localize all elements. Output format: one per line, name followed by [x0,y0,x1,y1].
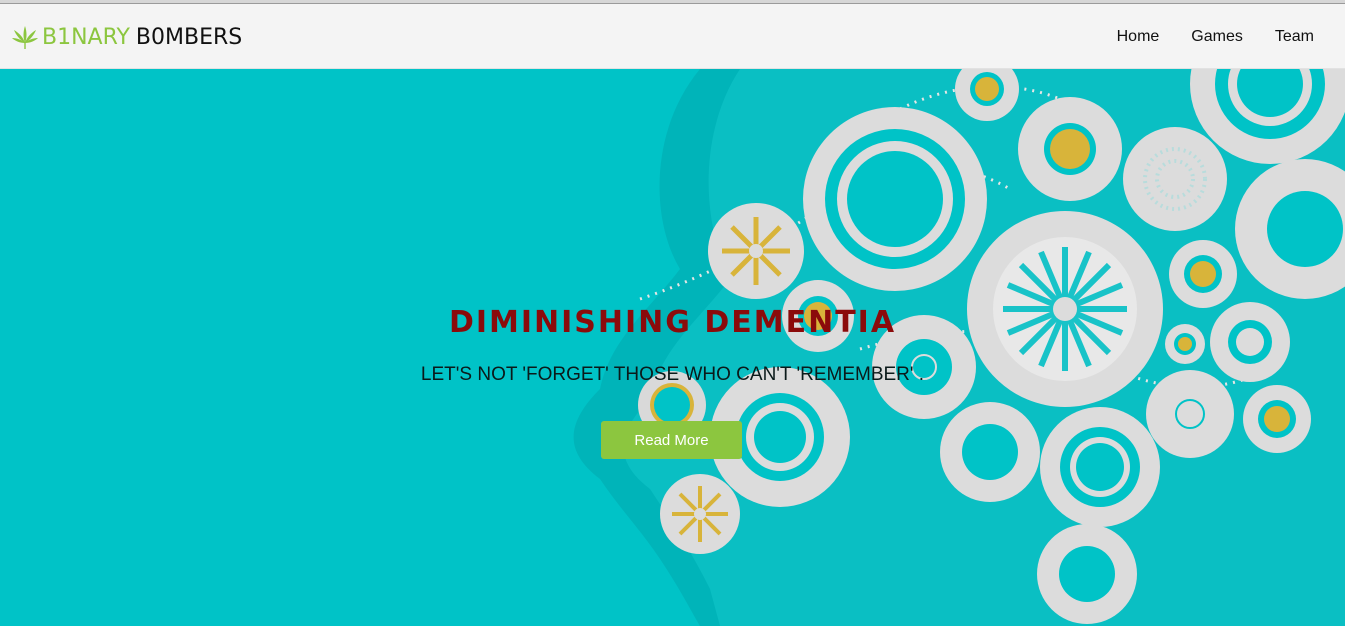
navbar: B1NARY B0MBERS Home Games Team [0,4,1345,69]
nav-team-link[interactable]: Team [1275,26,1314,48]
hero-banner: DIMINISHING DEMENTIA LET'S NOT 'FORGET' … [0,69,1345,626]
cannabis-leaf-icon [12,26,38,49]
nav-games-link[interactable]: Games [1191,26,1243,48]
main-nav: Home Games Team [1085,26,1314,48]
hero-title: DIMINISHING DEMENTIA [448,305,897,340]
brand-logo[interactable]: B1NARY B0MBERS [11,22,242,52]
brand-name-part2: B0MBERS [135,24,243,50]
read-more-button[interactable]: Read More [601,421,742,459]
nav-home-link[interactable]: Home [1117,26,1160,48]
brand-name-part1: B1NARY [42,24,130,50]
hero-subtitle: LET'S NOT 'FORGET' THOSE WHO CAN'T 'REME… [420,364,925,385]
head-gears-illustration [573,69,1345,626]
